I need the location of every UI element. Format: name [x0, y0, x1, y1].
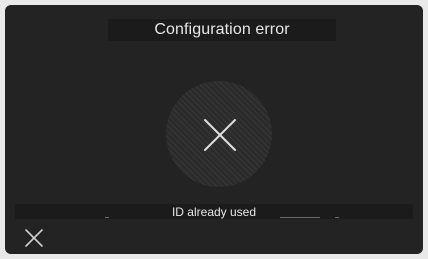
dialog-title: Configuration error	[154, 21, 290, 38]
close-button[interactable]	[23, 227, 45, 249]
message-bar: ID already used	[15, 204, 413, 219]
error-message: ID already used	[171, 205, 257, 219]
title-bar: Configuration error	[108, 19, 336, 41]
intercom-screen: Configuration error ID already used	[5, 5, 423, 254]
error-x-icon	[166, 81, 272, 187]
close-icon	[25, 229, 43, 247]
